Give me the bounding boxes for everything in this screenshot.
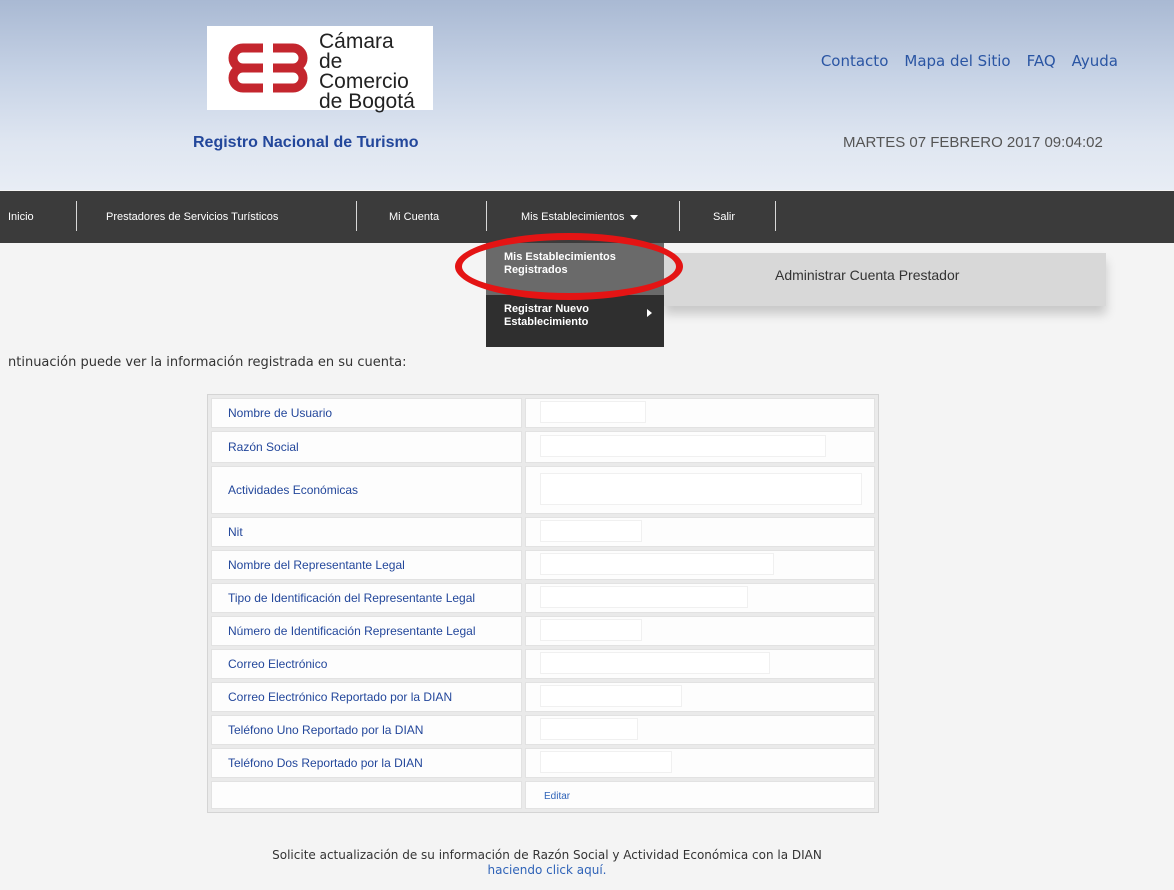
nav-divider [486, 201, 487, 231]
value-placeholder [540, 472, 862, 505]
row-label: Correo Electrónico Reportado por la DIAN [211, 682, 522, 712]
nav-inicio[interactable]: Inicio [8, 191, 34, 243]
row-value [525, 550, 875, 580]
menu-item-label: Registrados [504, 264, 568, 276]
value-placeholder [540, 585, 748, 608]
logo-text: Cámara de Comercio de Bogotá [319, 30, 433, 113]
table-row: Tipo de Identificación del Representante… [211, 583, 875, 613]
table-row: Razón Social [211, 431, 875, 463]
row-value [525, 431, 875, 463]
row-value [525, 616, 875, 646]
link-contacto[interactable]: Contacto [821, 52, 889, 70]
nav-mis-establecimientos[interactable]: Mis Establecimientos [521, 191, 639, 243]
row-value [525, 715, 875, 745]
admin-panel-title: Administrar Cuenta Prestador [775, 267, 960, 283]
dropdown-menu: Mis Establecimientos Registrados Registr… [486, 243, 664, 347]
menu-item-label: Establecimiento [504, 316, 589, 328]
footer: Solicite actualización de su información… [0, 848, 1094, 878]
row-value [525, 466, 875, 514]
nav-divider [679, 201, 680, 231]
table-row: Correo Electrónico [211, 649, 875, 679]
value-placeholder [540, 552, 774, 575]
logo: Cámara de Comercio de Bogotá [207, 26, 433, 113]
nav-divider [356, 201, 357, 231]
row-label: Nombre de Usuario [211, 398, 522, 428]
value-placeholder [540, 651, 770, 674]
row-label: Teléfono Dos Reportado por la DIAN [211, 748, 522, 778]
row-label: Nit [211, 517, 522, 547]
row-value [525, 517, 875, 547]
link-ayuda[interactable]: Ayuda [1072, 52, 1118, 70]
nav-salir[interactable]: Salir [713, 191, 735, 243]
value-placeholder [540, 519, 642, 542]
edit-cell: Editar [525, 781, 875, 809]
row-label: Tipo de Identificación del Representante… [211, 583, 522, 613]
menu-item-registrar-nuevo[interactable]: Registrar Nuevo Establecimiento [486, 295, 664, 347]
top-links: Contacto Mapa del Sitio FAQ Ayuda [821, 52, 1118, 70]
admin-panel: Administrar Cuenta Prestador [664, 253, 1106, 306]
logo-line-3: de Bogotá [319, 90, 415, 113]
row-label: Razón Social [211, 431, 522, 463]
table-row: Nombre de Usuario [211, 398, 875, 428]
nav-divider [775, 201, 776, 231]
row-value [525, 649, 875, 679]
table-row: Teléfono Dos Reportado por la DIAN [211, 748, 875, 778]
row-label: Correo Electrónico [211, 649, 522, 679]
row-value [525, 583, 875, 613]
row-label: Actividades Económicas [211, 466, 522, 514]
site-title: Registro Nacional de Turismo [193, 134, 419, 151]
footer-link[interactable]: haciendo click aquí. [0, 863, 1094, 878]
value-placeholder [540, 400, 646, 423]
ccb-logo-icon [228, 43, 308, 93]
menu-item-label: Mis Establecimientos [504, 251, 616, 263]
row-value [525, 682, 875, 712]
intro-text: ntinuación puede ver la información regi… [8, 355, 407, 370]
table-row: Actividades Económicas [211, 466, 875, 514]
table-row-edit: Editar [211, 781, 875, 809]
value-placeholder [540, 434, 826, 457]
row-label: Número de Identificación Representante L… [211, 616, 522, 646]
row-value [525, 398, 875, 428]
menu-item-label: Registrar Nuevo [504, 303, 589, 315]
table-row: Nombre del Representante Legal [211, 550, 875, 580]
caret-down-icon [630, 214, 639, 220]
nav-divider [76, 201, 77, 231]
row-label: Teléfono Uno Reportado por la DIAN [211, 715, 522, 745]
empty-cell [211, 781, 522, 809]
footer-text: Solicite actualización de su información… [272, 848, 822, 862]
submenu-arrow-icon [647, 309, 652, 317]
value-placeholder [540, 717, 638, 740]
menu-item-mis-establecimientos-registrados[interactable]: Mis Establecimientos Registrados [486, 243, 664, 295]
row-value [525, 748, 875, 778]
nav-mi-cuenta[interactable]: Mi Cuenta [389, 191, 439, 243]
table-row: Nit [211, 517, 875, 547]
value-placeholder [540, 750, 672, 773]
link-mapa-del-sitio[interactable]: Mapa del Sitio [904, 52, 1010, 70]
nav-prestadores[interactable]: Prestadores de Servicios Turísticos [106, 191, 278, 243]
logo-line-2: de Comercio [319, 50, 409, 93]
row-label: Nombre del Representante Legal [211, 550, 522, 580]
page-header: Cámara de Comercio de Bogotá Contacto Ma… [0, 0, 1174, 190]
value-placeholder [540, 684, 682, 707]
table-row: Teléfono Uno Reportado por la DIAN [211, 715, 875, 745]
account-info-table: Nombre de Usuario Razón Social Actividad… [207, 394, 879, 813]
nav-mis-establecimientos-label: Mis Establecimientos [521, 211, 625, 223]
link-faq[interactable]: FAQ [1027, 52, 1056, 70]
edit-link[interactable]: Editar [544, 791, 570, 802]
table-row: Correo Electrónico Reportado por la DIAN [211, 682, 875, 712]
table-row: Número de Identificación Representante L… [211, 616, 875, 646]
logo-line-1: Cámara [319, 30, 394, 53]
value-placeholder [540, 618, 642, 641]
date-time: MARTES 07 FEBRERO 2017 09:04:02 [843, 134, 1103, 151]
main-nav: Inicio Prestadores de Servicios Turístic… [0, 191, 1174, 243]
